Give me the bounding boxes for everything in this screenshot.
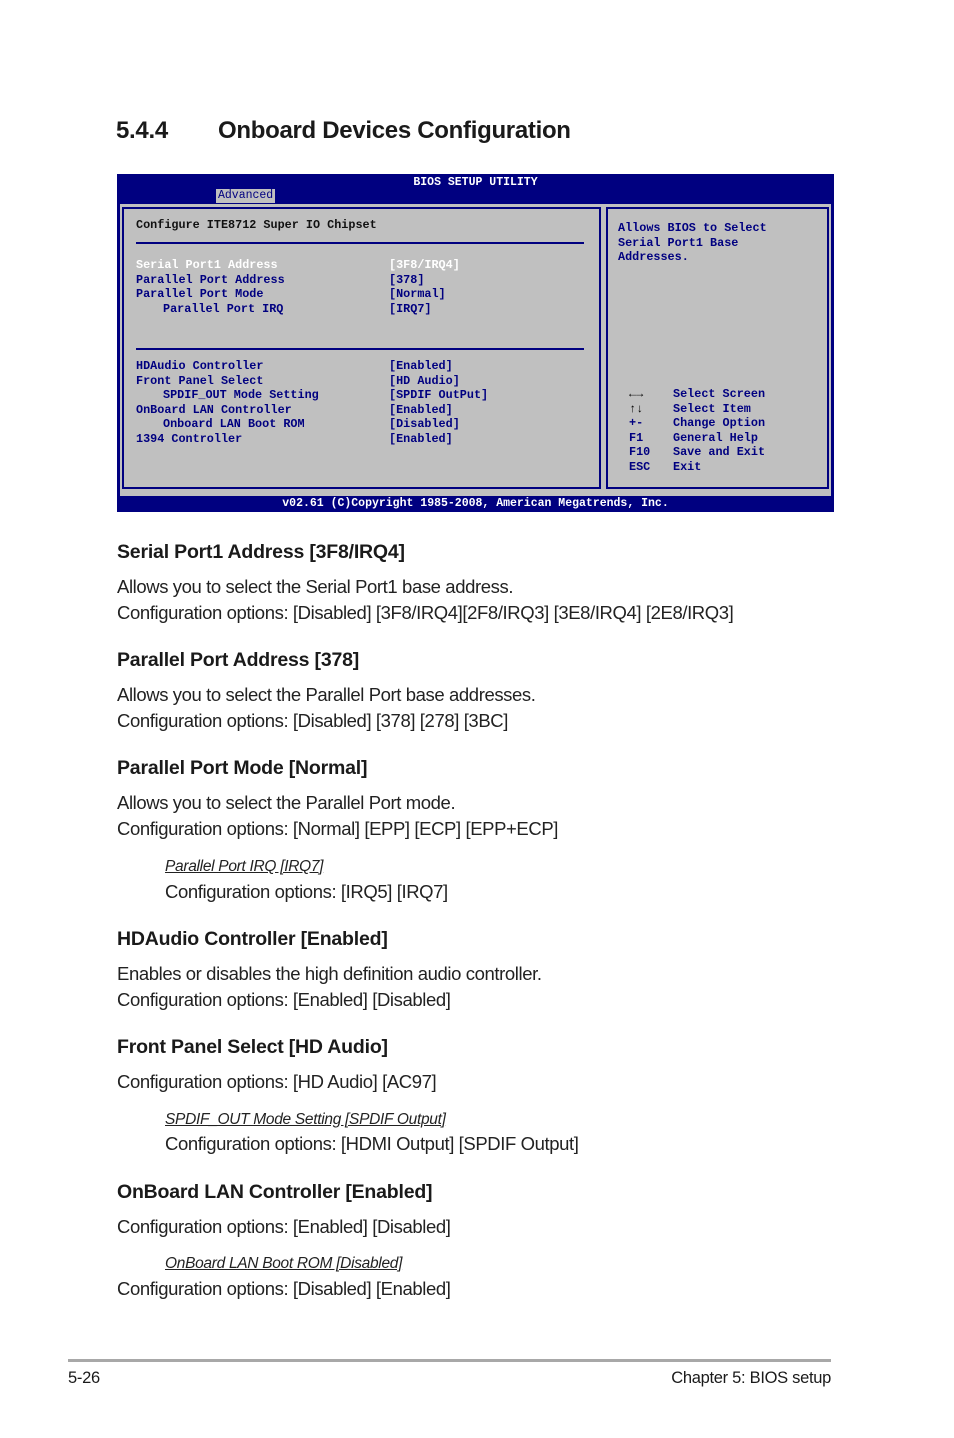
divider	[136, 242, 584, 244]
tab-advanced[interactable]: Advanced	[216, 189, 276, 203]
desc-hdaudio: Enables or disables the high definition …	[117, 963, 542, 984]
footer-rule	[68, 1359, 831, 1362]
help-line: Serial Port1 Base	[618, 235, 739, 250]
setting-value[interactable]: [HD Audio]	[389, 374, 460, 389]
setting-label[interactable]: SPDIF_OUT Mode Setting	[163, 388, 319, 403]
setting-value[interactable]: [SPDIF OutPut]	[389, 388, 488, 403]
options-serial-port: Configuration options: [Disabled] [3F8/I…	[117, 602, 734, 623]
heading-parallel-mode: Parallel Port Mode [Normal]	[117, 757, 368, 779]
subheading-lan-rom: OnBoard LAN Boot ROM [Disabled]	[165, 1255, 403, 1272]
help-line: Addresses.	[618, 250, 689, 264]
bios-title: BIOS SETUP UTILITY	[413, 176, 538, 189]
bios-footer: v02.61 (C)Copyright 1985-2008, American …	[282, 497, 669, 510]
chapter-label: Chapter 5: BIOS setup	[671, 1369, 831, 1387]
page-number: 5-26	[68, 1369, 100, 1387]
desc-parallel-mode: Allows you to select the Parallel Port m…	[117, 792, 456, 813]
desc-parallel-address: Allows you to select the Parallel Port b…	[117, 684, 536, 705]
heading-front-panel: Front Panel Select [HD Audio]	[117, 1036, 388, 1058]
setting-label[interactable]: Parallel Port Mode	[136, 287, 263, 302]
setting-value[interactable]: [Normal]	[389, 287, 446, 302]
options-spdif: Configuration options: [HDMI Output] [SP…	[165, 1133, 579, 1154]
desc-serial-port: Allows you to select the Serial Port1 ba…	[117, 576, 514, 597]
heading-hdaudio: HDAudio Controller [Enabled]	[117, 928, 388, 950]
options-lan-rom: Configuration options: [Disabled] [Enabl…	[117, 1278, 451, 1299]
arrow-left-right-icon: ←→	[629, 387, 644, 401]
key-label: F10	[629, 445, 651, 459]
group-title: Configure ITE8712 Super IO Chipset	[136, 218, 377, 232]
bios-screenshot: BIOS SETUP UTILITY Advanced Configure IT…	[117, 174, 834, 512]
setting-label[interactable]: HDAudio Controller	[136, 359, 263, 374]
setting-value[interactable]: [Enabled]	[389, 403, 453, 418]
heading-serial-port: Serial Port1 Address [3F8/IRQ4]	[117, 541, 405, 563]
arrow-up-down-icon: ↑↓	[629, 401, 644, 416]
key-label: F1	[629, 430, 644, 445]
setting-value[interactable]: [Enabled]	[389, 432, 453, 447]
setting-label[interactable]: OnBoard LAN Controller	[136, 403, 292, 418]
key-action: Exit	[673, 459, 702, 474]
options-parallel-irq: Configuration options: [IRQ5] [IRQ7]	[165, 881, 448, 902]
setting-value[interactable]: [IRQ7]	[389, 302, 431, 317]
key-action: Select Item	[673, 401, 751, 416]
setting-label[interactable]: Onboard LAN Boot ROM	[163, 417, 305, 432]
options-parallel-address: Configuration options: [Disabled] [378] …	[117, 710, 508, 731]
divider	[136, 348, 584, 350]
setting-label[interactable]: Parallel Port IRQ	[163, 302, 283, 317]
options-hdaudio: Configuration options: [Enabled] [Disabl…	[117, 989, 451, 1010]
key-action: Change Option	[673, 416, 766, 430]
help-line: Allows BIOS to Select	[618, 221, 767, 235]
bios-body: Configure ITE8712 Super IO Chipset Seria…	[120, 204, 831, 496]
heading-lan: OnBoard LAN Controller [Enabled]	[117, 1181, 433, 1203]
key-label: ESC	[629, 459, 651, 474]
key-action: Save and Exit	[673, 445, 766, 459]
section-number: 5.4.4	[116, 117, 168, 144]
key-label: +-	[629, 416, 644, 430]
options-front-panel: Configuration options: [HD Audio] [AC97]	[117, 1071, 437, 1092]
options-parallel-mode: Configuration options: [Normal] [EPP] [E…	[117, 818, 558, 839]
section-title: 5.4.4 Onboard Devices Configuration	[116, 117, 571, 145]
setting-value[interactable]: [3F8/IRQ4]	[389, 258, 460, 273]
section-heading: Onboard Devices Configuration	[218, 117, 571, 144]
subheading-spdif: SPDIF_OUT Mode Setting [SPDIF Output]	[165, 1111, 446, 1128]
setting-value[interactable]: [378]	[389, 273, 424, 288]
settings-panel: Configure ITE8712 Super IO Chipset Seria…	[122, 207, 601, 489]
setting-value[interactable]: [Disabled]	[389, 417, 460, 432]
setting-value[interactable]: [Enabled]	[389, 359, 453, 374]
setting-label[interactable]: Serial Port1 Address	[136, 258, 278, 273]
key-action: Select Screen	[673, 387, 766, 401]
options-lan: Configuration options: [Enabled] [Disabl…	[117, 1216, 451, 1237]
heading-parallel-address: Parallel Port Address [378]	[117, 649, 360, 671]
help-panel: Allows BIOS to Select Serial Port1 Base Ad…	[606, 207, 829, 489]
setting-label[interactable]: Parallel Port Address	[136, 273, 285, 288]
setting-label[interactable]: 1394 Controller	[136, 432, 242, 447]
subheading-parallel-irq: Parallel Port IRQ [IRQ7]	[165, 858, 324, 875]
key-action: General Help	[673, 430, 758, 445]
setting-label[interactable]: Front Panel Select	[136, 374, 263, 389]
